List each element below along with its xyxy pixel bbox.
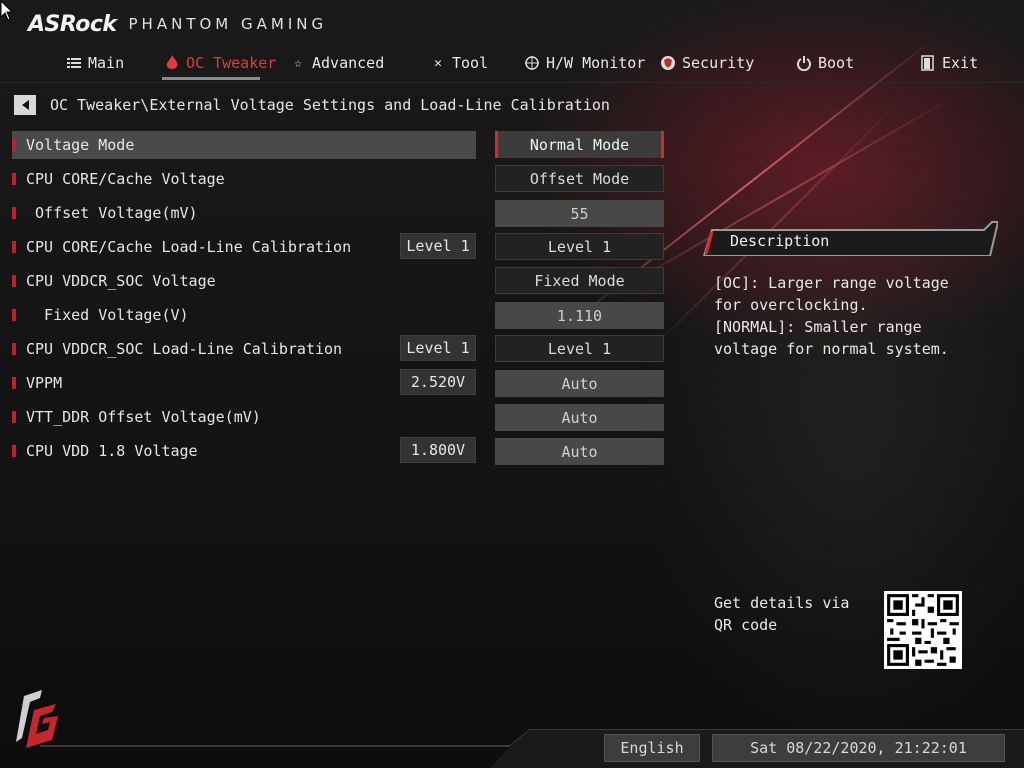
power-icon bbox=[796, 55, 812, 71]
vppm-value[interactable]: Auto bbox=[495, 370, 664, 397]
setting-label: CPU VDDCR_SOC Load-Line Calibration bbox=[26, 340, 343, 358]
tools-icon: ✕ bbox=[434, 55, 442, 71]
breadcrumb: OC Tweaker\External Voltage Settings and… bbox=[14, 95, 610, 115]
crosshair-icon bbox=[524, 55, 540, 71]
mouse-cursor-icon bbox=[0, 0, 14, 21]
setting-label: Fixed Voltage(V) bbox=[26, 306, 189, 324]
vtt-ddr-offset-value[interactable]: Auto bbox=[495, 404, 664, 431]
setting-label: VPPM bbox=[26, 374, 63, 392]
vppm-current: 2.520V bbox=[400, 369, 476, 395]
qr-code-icon bbox=[884, 591, 962, 669]
setting-row-cpu-vddcr-soc-voltage[interactable]: CPU VDDCR_SOC Voltage bbox=[12, 267, 482, 295]
setting-label: CPU CORE/Cache Voltage bbox=[26, 170, 225, 188]
row-marker bbox=[12, 207, 16, 219]
cpu-vddcr-soc-llc-current: Level 1 bbox=[400, 335, 476, 361]
tab-tool[interactable]: ✕ Tool bbox=[430, 52, 488, 74]
row-marker bbox=[12, 139, 16, 151]
tab-boot[interactable]: Boot bbox=[796, 52, 854, 74]
tab-advanced[interactable]: ☆ Advanced bbox=[290, 52, 384, 74]
back-button[interactable] bbox=[14, 95, 36, 115]
cpu-vdd-1-8-current: 1.800V bbox=[400, 437, 476, 463]
tab-main-label: Main bbox=[88, 54, 125, 72]
setting-label: Offset Voltage(mV) bbox=[26, 204, 198, 222]
description-title: Description bbox=[730, 232, 830, 250]
tab-exit-label: Exit bbox=[942, 54, 979, 72]
setting-label: VTT_DDR Offset Voltage(mV) bbox=[26, 408, 261, 426]
cpu-core-cache-voltage-value[interactable]: Offset Mode bbox=[495, 165, 664, 192]
row-marker bbox=[12, 275, 16, 287]
brand-subtitle: PHANTOM GAMING bbox=[128, 15, 328, 33]
row-marker bbox=[12, 309, 16, 321]
tab-tool-label: Tool bbox=[452, 54, 489, 72]
qr-label: Get details via QR code bbox=[714, 594, 850, 634]
datetime-display[interactable]: Sat 08/22/2020, 21:22:01 bbox=[712, 734, 1005, 762]
shield-icon bbox=[660, 55, 676, 71]
setting-label: CPU CORE/Cache Load-Line Calibration bbox=[26, 238, 352, 256]
setting-label: CPU VDD 1.8 Voltage bbox=[26, 442, 198, 460]
brand-name: ASRock bbox=[28, 11, 117, 37]
offset-voltage-value[interactable]: 55 bbox=[495, 200, 664, 227]
phantom-gaming-logo-icon bbox=[16, 690, 58, 748]
tab-advanced-label: Advanced bbox=[312, 54, 385, 72]
cpu-core-cache-llc-value[interactable]: Level 1 bbox=[495, 233, 664, 260]
cpu-core-cache-llc-current: Level 1 bbox=[400, 233, 476, 259]
setting-label: Voltage Mode bbox=[26, 136, 135, 154]
setting-row-vtt-ddr-offset[interactable]: VTT_DDR Offset Voltage(mV) bbox=[12, 403, 482, 431]
setting-row-fixed-voltage[interactable]: Fixed Voltage(V) bbox=[12, 301, 482, 329]
row-marker bbox=[12, 241, 16, 253]
voltage-mode-value[interactable]: Normal Mode bbox=[495, 131, 664, 158]
tab-security[interactable]: Security bbox=[660, 52, 754, 74]
exit-door-icon bbox=[920, 55, 936, 71]
setting-row-voltage-mode[interactable]: Voltage Mode bbox=[12, 131, 476, 159]
description-text: [OC]: Larger range voltage for overclock… bbox=[714, 274, 949, 358]
row-marker bbox=[12, 343, 16, 355]
tab-main[interactable]: Main bbox=[66, 52, 124, 74]
language-selector[interactable]: English bbox=[604, 734, 700, 762]
row-marker bbox=[12, 377, 16, 389]
logo: ASRock PHANTOM GAMING bbox=[28, 10, 327, 38]
fixed-voltage-value[interactable]: 1.110 bbox=[495, 302, 664, 329]
tab-oc-tweaker[interactable]: OC Tweaker bbox=[164, 52, 276, 74]
tab-exit[interactable]: Exit bbox=[920, 52, 978, 74]
tab-boot-label: Boot bbox=[818, 54, 855, 72]
list-icon bbox=[66, 55, 82, 71]
setting-label: CPU VDDCR_SOC Voltage bbox=[26, 272, 216, 290]
cpu-vdd-1-8-value[interactable]: Auto bbox=[495, 438, 664, 465]
tab-oc-tweaker-label: OC Tweaker bbox=[186, 54, 277, 72]
top-navigation: Main OC Tweaker ☆ Advanced ✕ Tool H/W Mo… bbox=[0, 44, 1024, 83]
cpu-vddcr-soc-voltage-value[interactable]: Fixed Mode bbox=[495, 267, 664, 294]
tab-security-label: Security bbox=[682, 54, 755, 72]
tab-hw-monitor[interactable]: H/W Monitor bbox=[524, 52, 645, 74]
row-marker bbox=[12, 445, 16, 457]
row-marker bbox=[12, 173, 16, 185]
cpu-vddcr-soc-llc-value[interactable]: Level 1 bbox=[495, 335, 664, 362]
setting-row-offset-voltage[interactable]: Offset Voltage(mV) bbox=[12, 199, 482, 227]
tab-hw-monitor-label: H/W Monitor bbox=[546, 54, 646, 72]
flame-icon bbox=[164, 55, 180, 71]
row-marker bbox=[12, 411, 16, 423]
active-tab-indicator bbox=[162, 77, 260, 80]
setting-row-cpu-core-cache-voltage[interactable]: CPU CORE/Cache Voltage bbox=[12, 165, 482, 193]
star-icon: ☆ bbox=[294, 55, 302, 71]
breadcrumb-path: OC Tweaker\External Voltage Settings and… bbox=[50, 96, 610, 114]
